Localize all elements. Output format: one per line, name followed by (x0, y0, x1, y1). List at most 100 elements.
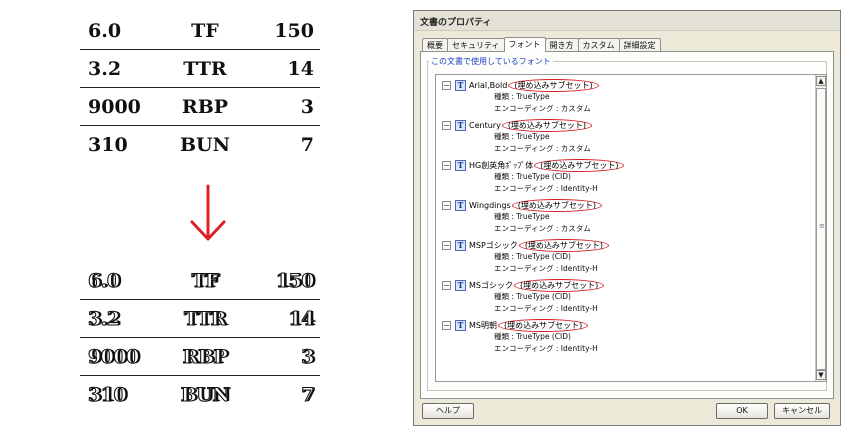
table-cell: 7 (301, 383, 315, 406)
font-name: Century (469, 120, 501, 130)
font-name: Arial,Bold (469, 80, 508, 90)
font-name: Wingdings (469, 200, 511, 210)
table-row: 6.0 TF 150 (80, 12, 320, 50)
font-encoding: エンコーディング : Identity-H (494, 184, 598, 193)
embedded-subset-label: (埋め込みサブセット) (534, 158, 625, 172)
font-list: − T Arial,Bold (埋め込みサブセット) 種類 : TrueType エンコー… (436, 75, 812, 359)
table-cell: 3 (301, 345, 315, 368)
tab-0[interactable]: 概要 (422, 38, 448, 52)
tab-5[interactable]: 詳細設定 (618, 38, 661, 52)
table-row: 9000 RBP 3 (80, 338, 320, 376)
font-type: 種類 : TrueType (494, 132, 550, 141)
collapse-icon[interactable]: − (442, 120, 451, 130)
font-tree[interactable]: − T Arial,Bold (埋め込みサブセット) 種類 : TrueType エンコー… (435, 74, 827, 382)
table-cell: 310 (88, 134, 128, 156)
font-encoding: エンコーディング : Identity-H (494, 344, 598, 353)
table-after: 6.0 TF 150 3.2 TTR 14 9000 RBP 3 310 BUN 7 (80, 262, 320, 414)
table-cell: 3.2 (87, 307, 120, 330)
font-entry: − T MSPゴシック (埋め込みサブセット) 種類 : TrueType (CID) エ… (442, 238, 812, 275)
font-name: MSゴシック (469, 280, 513, 290)
collapse-icon[interactable]: − (442, 320, 451, 330)
table-cell: 150 (275, 269, 315, 292)
group-label: この文書で使用しているフォント (429, 56, 553, 67)
tab-1[interactable]: セキュリティ (447, 38, 505, 52)
scroll-down-icon[interactable]: ▼ (816, 370, 826, 380)
table-cell: TF (191, 19, 219, 42)
font-type: 種類 : TrueType (494, 92, 550, 101)
tab-4[interactable]: カスタム (577, 38, 620, 52)
font-encoding: エンコーディング : Identity-H (494, 264, 598, 273)
table-cell: TTR (183, 307, 226, 330)
scroll-thumb[interactable]: ≡ (816, 88, 826, 370)
tab-3[interactable]: 開き方 (544, 38, 579, 52)
truetype-font-icon: T (455, 119, 466, 131)
embedded-subset-label: (埋め込みサブセット) (513, 278, 605, 292)
help-button[interactable]: ヘルプ (422, 403, 474, 419)
table-cell: 3.2 (88, 57, 122, 80)
table-row: 310 BUN 7 (80, 126, 320, 164)
collapse-icon[interactable]: − (442, 160, 451, 170)
tab-2[interactable]: フォント (503, 37, 546, 52)
fonts-panel: この文書で使用しているフォント − T Arial,Bold (埋め込みサブセット) 種… (420, 51, 834, 399)
ok-button[interactable]: OK (716, 403, 768, 419)
font-row[interactable]: − T Arial,Bold (埋め込みサブセット) (442, 78, 812, 92)
font-type: 種類 : TrueType (CID) (494, 172, 571, 181)
table-row: 3.2 TTR 14 (80, 50, 320, 88)
font-entry: − T MS明朝 (埋め込みサブセット) 種類 : TrueType (CID) エンコー… (442, 318, 812, 355)
collapse-icon[interactable]: − (442, 240, 451, 250)
dialog-title: 文書のプロパティ (414, 11, 840, 31)
font-entry: − T MSゴシック (埋め込みサブセット) 種類 : TrueType (CID) エン… (442, 278, 812, 315)
vertical-scrollbar[interactable]: ▲ ≡ ▼ (815, 75, 826, 381)
truetype-font-icon: T (455, 159, 466, 171)
embedded-subset-label: (埋め込みサブセット) (501, 118, 593, 132)
table-cell: 150 (274, 19, 314, 42)
table-cell: 6.0 (87, 269, 120, 292)
table-cell: RBP (182, 345, 228, 368)
font-row[interactable]: − T HG創英角ﾎﾟｯﾌﾟ体 (埋め込みサブセット) (442, 158, 812, 172)
table-cell: 14 (287, 57, 314, 80)
font-type: 種類 : TrueType (CID) (494, 252, 571, 261)
collapse-icon[interactable]: − (442, 280, 451, 290)
font-name: HG創英角ﾎﾟｯﾌﾟ体 (469, 160, 534, 170)
down-arrow-icon (190, 184, 226, 241)
truetype-font-icon: T (455, 79, 466, 91)
embedded-subset-label: (埋め込みサブセット) (497, 318, 589, 332)
font-entry: − T Arial,Bold (埋め込みサブセット) 種類 : TrueType エンコー… (442, 78, 812, 115)
font-encoding: エンコーディング : カスタム (494, 144, 591, 153)
font-type: 種類 : TrueType (CID) (494, 292, 571, 301)
font-row[interactable]: − T Century (埋め込みサブセット) (442, 118, 812, 132)
table-before: 6.0 TF 150 3.2 TTR 14 9000 RBP 3 310 BUN 7 (80, 12, 320, 164)
truetype-font-icon: T (455, 239, 466, 251)
font-encoding: エンコーディング : Identity-H (494, 304, 598, 313)
font-type: 種類 : TrueType (494, 212, 550, 221)
table-row: 3.2 TTR 14 (80, 300, 320, 338)
scroll-up-icon[interactable]: ▲ (816, 76, 826, 86)
cancel-button[interactable]: キャンセル (774, 403, 830, 419)
collapse-icon[interactable]: − (442, 200, 451, 210)
font-row[interactable]: − T MS明朝 (埋め込みサブセット) (442, 318, 812, 332)
table-row: 310 BUN 7 (80, 376, 320, 414)
collapse-icon[interactable]: − (442, 80, 451, 90)
font-name: MSPゴシック (469, 240, 518, 250)
font-name: MS明朝 (469, 320, 497, 330)
table-cell: BUN (180, 383, 230, 406)
font-entry: − T HG創英角ﾎﾟｯﾌﾟ体 (埋め込みサブセット) 種類 : TrueType (C… (442, 158, 812, 195)
table-cell: 310 (87, 383, 127, 406)
font-encoding: エンコーディング : カスタム (494, 224, 591, 233)
font-row[interactable]: − T Wingdings (埋め込みサブセット) (442, 198, 812, 212)
table-cell: 9000 (88, 95, 141, 118)
font-entry: − T Wingdings (埋め込みサブセット) 種類 : TrueType エンコーデ… (442, 198, 812, 235)
embedded-subset-label: (埋め込みサブセット) (511, 198, 602, 212)
table-cell: 3 (300, 95, 314, 118)
font-row[interactable]: − T MSPゴシック (埋め込みサブセット) (442, 238, 812, 252)
truetype-font-icon: T (455, 199, 466, 211)
table-cell: 9000 (87, 345, 139, 368)
font-row[interactable]: − T MSゴシック (埋め込みサブセット) (442, 278, 812, 292)
truetype-font-icon: T (455, 319, 466, 331)
font-encoding: エンコーディング : カスタム (494, 104, 591, 113)
grip-icon: ≡ (819, 222, 825, 230)
font-type: 種類 : TrueType (CID) (494, 332, 571, 341)
table-cell: 14 (288, 307, 315, 330)
table-cell: 7 (300, 134, 314, 156)
document-properties-dialog: 文書のプロパティ 概要 セキュリティ フォント 開き方 カスタム 詳細設定 この文書で使用… (413, 10, 841, 426)
